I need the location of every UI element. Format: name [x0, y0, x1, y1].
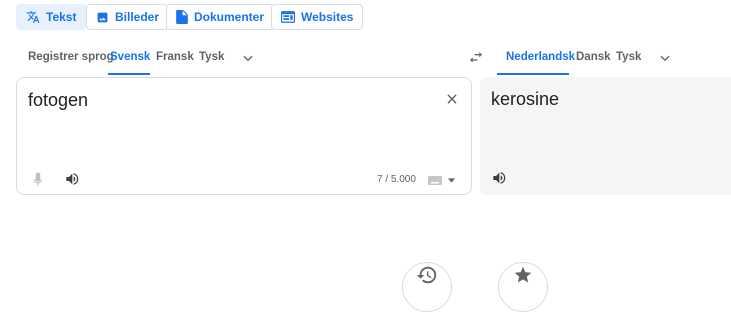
source-more-languages-chevron-icon[interactable] — [241, 51, 255, 65]
keyboard-icon[interactable] — [428, 176, 442, 185]
keyboard-dropdown-icon[interactable] — [448, 178, 455, 183]
target-more-languages-chevron-icon[interactable] — [658, 51, 672, 65]
source-lang-fransk-tab[interactable]: Fransk — [156, 51, 194, 63]
target-lang-dansk-tab[interactable]: Dansk — [576, 51, 611, 63]
website-icon — [281, 11, 295, 23]
target-lang-tysk-tab[interactable]: Tysk — [616, 51, 641, 63]
document-icon — [176, 10, 188, 24]
documents-mode-label: Dokumenter — [194, 10, 265, 24]
text-mode-button[interactable]: Tekst — [16, 4, 87, 30]
saved-button[interactable] — [498, 262, 548, 312]
source-lang-svensk-tab[interactable]: Svensk — [110, 51, 150, 63]
source-text-panel[interactable]: fotogen 7 / 5.000 — [16, 77, 472, 195]
speaker-icon[interactable] — [65, 172, 81, 186]
history-icon — [416, 266, 437, 284]
close-icon[interactable] — [445, 92, 459, 106]
websites-mode-button[interactable]: Websites — [271, 4, 364, 30]
websites-mode-label: Websites — [301, 10, 354, 24]
mic-icon[interactable] — [31, 172, 45, 188]
target-lang-nederlandsk-tab[interactable]: Nederlandsk — [506, 51, 575, 63]
image-icon — [97, 12, 108, 22]
detect-language-tab[interactable]: Registrer sprog — [28, 51, 114, 63]
star-icon — [514, 266, 532, 283]
images-mode-button[interactable]: Billeder — [86, 4, 170, 30]
history-button[interactable] — [402, 262, 452, 312]
text-mode-label: Tekst — [46, 10, 77, 24]
character-count: 7 / 5.000 — [377, 174, 416, 185]
swap-icon[interactable] — [468, 51, 484, 65]
translated-text: kerosine — [491, 89, 560, 109]
target-text-panel: kerosine — [480, 77, 731, 195]
images-mode-label: Billeder — [115, 10, 160, 24]
source-lang-tysk-tab[interactable]: Tysk — [199, 51, 224, 63]
target-lang-indicator — [497, 73, 569, 75]
target-speaker-icon[interactable] — [492, 171, 508, 185]
documents-mode-button[interactable]: Dokumenter — [166, 4, 275, 30]
source-lang-indicator — [108, 73, 150, 75]
source-text[interactable]: fotogen — [28, 90, 88, 111]
translate-icon — [26, 11, 40, 23]
